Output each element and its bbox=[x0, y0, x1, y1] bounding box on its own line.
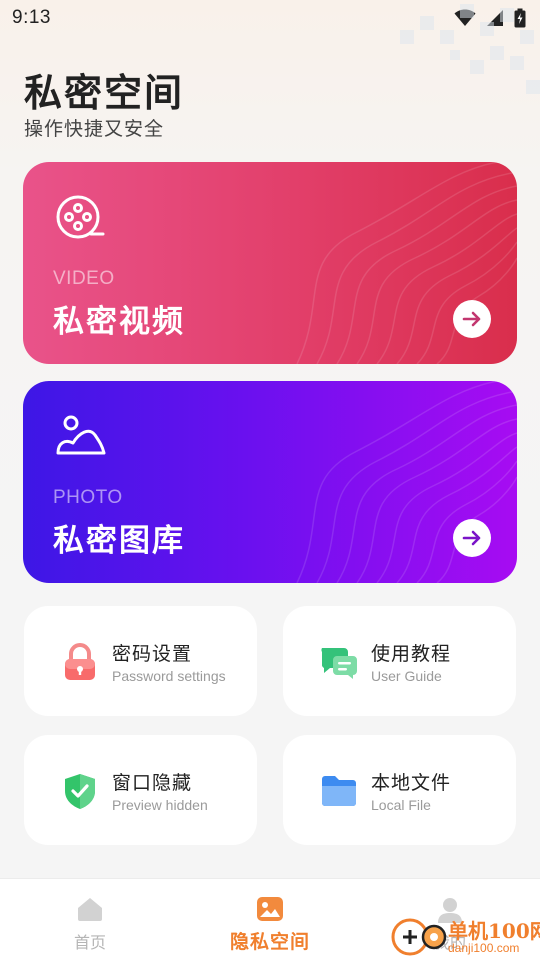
page-title: 私密空间 bbox=[24, 71, 185, 115]
folder-icon bbox=[322, 776, 356, 806]
tab-private-space-label: 隐私空间 bbox=[229, 931, 310, 953]
local-file-title: 本地文件 bbox=[371, 772, 452, 794]
tab-private-space[interactable]: 隐私空间 bbox=[180, 879, 360, 960]
local-file-card[interactable]: 本地文件 Local File bbox=[283, 735, 516, 845]
gallery-icon bbox=[257, 897, 283, 921]
lock-icon bbox=[65, 643, 95, 680]
decorative-pattern bbox=[400, 4, 540, 94]
preview-hidden-card[interactable]: 窗口隐藏 Preview hidden bbox=[24, 735, 257, 845]
password-settings-title: 密码设置 bbox=[112, 643, 193, 665]
status-time: 9:13 bbox=[12, 7, 51, 28]
video-en-label: VIDEO bbox=[53, 268, 115, 289]
user-guide-subtitle: User Guide bbox=[371, 668, 442, 684]
preview-hidden-title: 窗口隐藏 bbox=[112, 772, 193, 794]
watermark-title: 单机100网 bbox=[448, 919, 540, 943]
preview-hidden-subtitle: Preview hidden bbox=[112, 797, 208, 813]
shield-check-icon bbox=[65, 774, 95, 809]
tab-home[interactable]: 首页 bbox=[0, 879, 180, 960]
video-card-title: 私密视频 bbox=[53, 304, 185, 340]
chat-bubbles-icon bbox=[321, 648, 357, 679]
watermark-logo-icon bbox=[391, 918, 447, 956]
watermark: 单机100网 danji100.com bbox=[390, 910, 540, 960]
home-icon bbox=[78, 898, 102, 921]
watermark-url: danji100.com bbox=[448, 941, 520, 955]
page-subtitle: 操作快捷又安全 bbox=[24, 118, 165, 140]
film-reel-icon bbox=[56, 195, 105, 239]
photo-card-title: 私密图库 bbox=[53, 523, 185, 559]
landscape-icon bbox=[56, 415, 106, 455]
video-arrow-button[interactable] bbox=[453, 300, 491, 338]
private-video-card[interactable]: VIDEO 私密视频 bbox=[23, 162, 517, 364]
password-settings-card[interactable]: 密码设置 Password settings bbox=[24, 606, 257, 716]
photo-en-label: PHOTO bbox=[53, 487, 123, 508]
user-guide-title: 使用教程 bbox=[371, 643, 452, 665]
photo-arrow-button[interactable] bbox=[453, 519, 491, 557]
arrow-right-icon bbox=[462, 311, 481, 327]
arrow-right-icon bbox=[462, 530, 481, 546]
password-settings-subtitle: Password settings bbox=[112, 668, 226, 684]
tab-home-label: 首页 bbox=[73, 933, 106, 952]
private-gallery-card[interactable]: PHOTO 私密图库 bbox=[23, 381, 517, 583]
user-guide-card[interactable]: 使用教程 User Guide bbox=[283, 606, 516, 716]
local-file-subtitle: Local File bbox=[371, 797, 431, 813]
